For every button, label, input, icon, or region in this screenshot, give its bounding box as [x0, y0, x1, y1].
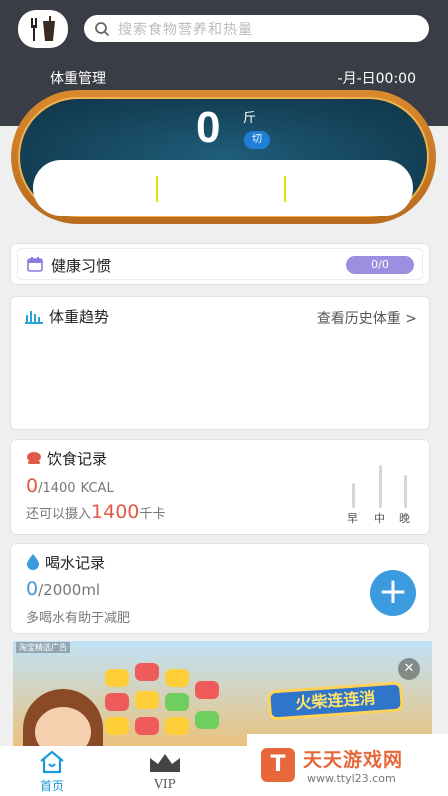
meal-label-lunch: 中 [374, 512, 385, 525]
trend-title: 体重趋势 [49, 308, 110, 326]
water-tip: 多喝水有助于减肥 [26, 611, 131, 626]
meal-bar-dinner [404, 475, 407, 508]
diet-record-card[interactable]: 饮食记录 0/1400 KCAL 还可以摄入1400千卡 早 中 晚 [10, 439, 430, 535]
page-title: 体重管理 [50, 71, 106, 87]
water-drop-icon [27, 554, 39, 570]
search-placeholder: 搜索食物营养和热量 [118, 21, 253, 38]
ad-game-title: 火柴连连消 [267, 681, 404, 721]
add-water-button[interactable]: + [370, 570, 416, 616]
meal-bar-breakfast [352, 483, 355, 508]
cutlery-drink-icon [31, 16, 55, 41]
app-logo[interactable] [18, 10, 68, 48]
calendar-icon [27, 257, 43, 272]
stats-divider [156, 176, 158, 202]
ad-gem [195, 681, 219, 699]
search-input[interactable]: 搜索食物营养和热量 [84, 15, 429, 42]
meal-bar-lunch [379, 465, 382, 508]
date-time: -月-日00:00 [337, 71, 416, 87]
weight-trend-card: 体重趋势 查看历史体重 > [10, 296, 430, 430]
water-amount: 0/2000ml [26, 578, 100, 600]
bowl-icon [27, 452, 41, 464]
nav-home-tab[interactable]: 首页 [30, 750, 74, 794]
diet-remaining-value: 1400 [91, 501, 140, 523]
nav-vip-tab[interactable]: VIP [143, 752, 187, 791]
weight-value: 0 [196, 103, 221, 152]
watermark-title: 天天游戏网 [303, 749, 404, 771]
ad-gem [105, 717, 129, 735]
weight-unit: 斤 [243, 111, 257, 126]
ad-gem [165, 693, 189, 711]
bar-chart-icon [25, 311, 43, 324]
ad-gem [165, 717, 189, 735]
water-target: /2000ml [38, 581, 101, 599]
diet-target: /1400 [38, 481, 76, 496]
diet-remaining: 还可以摄入1400千卡 [26, 501, 165, 523]
weight-stats-panel[interactable] [33, 160, 413, 216]
meal-label-breakfast: 早 [347, 512, 358, 525]
watermark: T 天天游戏网 www.ttyl23.com [247, 734, 448, 796]
meal-label-dinner: 晚 [399, 512, 410, 525]
search-icon [95, 21, 110, 36]
diet-title: 饮食记录 [47, 450, 108, 468]
ad-close-button[interactable]: ✕ [398, 658, 420, 680]
diet-calories: 0/1400 KCAL [26, 475, 114, 497]
diet-consumed: 0 [26, 475, 39, 497]
water-title: 喝水记录 [45, 554, 106, 572]
ad-banner[interactable]: 淘宝精选广告 ✕ 火柴连连消 [13, 641, 432, 746]
ad-gem [135, 691, 159, 709]
ad-gem [195, 711, 219, 729]
stats-divider [284, 176, 286, 202]
water-consumed: 0 [26, 578, 39, 600]
ad-gem [135, 663, 159, 681]
ad-gem [135, 717, 159, 735]
ad-gem [165, 669, 189, 687]
watermark-logo: T [261, 748, 295, 782]
water-record-card[interactable]: 喝水记录 0/2000ml 多喝水有助于减肥 + [10, 543, 430, 634]
watermark-url: www.ttyl23.com [307, 772, 396, 785]
habit-card[interactable]: 健康习惯 0/0 [10, 243, 430, 285]
view-history-link[interactable]: 查看历史体重 > [317, 308, 417, 328]
diet-unit: KCAL [80, 481, 114, 496]
home-icon [40, 750, 64, 774]
ad-gem [105, 669, 129, 687]
habit-title: 健康习惯 [51, 257, 112, 275]
nav-home-label: 首页 [39, 779, 64, 793]
habit-count-badge: 0/0 [346, 256, 414, 274]
diet-remaining-prefix: 还可以摄入 [26, 507, 92, 522]
unit-toggle-button[interactable]: 切 [244, 131, 270, 149]
ad-gem [105, 693, 129, 711]
ad-tag: 淘宝精选广告 [16, 642, 70, 653]
nav-vip-label: VIP [154, 777, 176, 791]
diet-remaining-unit: 千卡 [139, 507, 166, 522]
crown-icon [150, 754, 180, 772]
